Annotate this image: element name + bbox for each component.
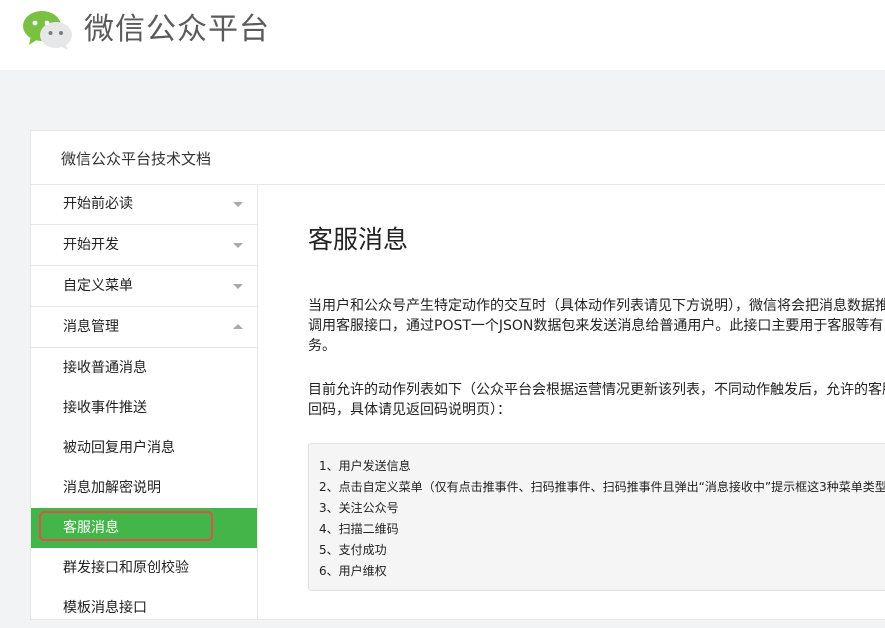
sidebar-subitem-customer-service[interactable]: 客服消息 [31, 508, 257, 548]
actions-intro-paragraph: 目前允许的动作列表如下（公众平台会根据运营情况更新该列表，不同动作触发后，允许的… [308, 380, 885, 420]
sidebar-item-start-dev[interactable]: 开始开发 [31, 225, 257, 266]
text-line: 目前允许的动作列表如下（公众平台会根据运营情况更新该列表，不同动作触发后，允许的… [308, 382, 885, 398]
chevron-up-icon [233, 324, 243, 329]
text-line: 当用户和公众号产生特定动作的交互时（具体动作列表请见下方说明），微信将会把消息数… [308, 298, 885, 314]
main-content: 客服消息 当用户和公众号产生特定动作的交互时（具体动作列表请见下方说明），微信将… [258, 184, 885, 619]
chevron-down-icon [233, 284, 243, 289]
sidebar-item-custom-menu[interactable]: 自定义菜单 [31, 266, 257, 307]
text-line: 调用客服接口，通过POST一个JSON数据包来发送消息给普通用户。此接口主要用于… [308, 318, 884, 334]
list-item: 2、点击自定义菜单（仅有点击推事件、扫码推事件、扫码推事件且弹出“消息接收中”提… [319, 480, 885, 494]
wechat-logo-icon[interactable] [22, 9, 76, 51]
list-item: 5、支付成功 [319, 543, 387, 557]
doc-header: 微信公众平台技术文档 [31, 131, 885, 185]
sidebar-subitem-mass-send[interactable]: 群发接口和原创校验 [31, 548, 257, 588]
sidebar-item-label: 自定义菜单 [63, 278, 133, 294]
sidebar-subitem-passive-reply[interactable]: 被动回复用户消息 [31, 428, 257, 468]
sidebar-subitem-receive-event[interactable]: 接收事件推送 [31, 388, 257, 428]
chevron-down-icon [233, 202, 243, 207]
sidebar-item-getting-started[interactable]: 开始前必读 [31, 184, 257, 225]
list-item: 3、关注公众号 [319, 501, 399, 515]
chevron-down-icon [233, 243, 243, 248]
page-title: 客服消息 [308, 225, 409, 254]
list-item: 1、用户发送信息 [319, 459, 411, 473]
sidebar-item-message-management[interactable]: 消息管理 [31, 307, 257, 348]
highlight-box [39, 511, 213, 541]
top-bar: 微信公众平台 [0, 0, 885, 70]
sidebar-item-label: 消息管理 [63, 319, 119, 335]
platform-title[interactable]: 微信公众平台 [84, 10, 270, 50]
sidebar-subitem-receive-normal[interactable]: 接收普通消息 [31, 348, 257, 388]
list-item: 6、用户维权 [319, 564, 387, 578]
doc-card: 微信公众平台技术文档 开始前必读 开始开发 自定义菜单 消息管理 接收普通消息 … [30, 130, 885, 620]
sidebar-subitem-template-message[interactable]: 模板消息接口 [31, 588, 257, 628]
action-list-box: 1、用户发送信息 2、点击自定义菜单（仅有点击推事件、扫码推事件、扫码推事件且弹… [308, 443, 885, 591]
doc-title[interactable]: 微信公众平台技术文档 [61, 148, 211, 169]
intro-paragraph: 当用户和公众号产生特定动作的交互时（具体动作列表请见下方说明），微信将会把消息数… [308, 296, 885, 356]
text-line: 务。 [308, 338, 336, 354]
sidebar: 开始前必读 开始开发 自定义菜单 消息管理 接收普通消息 接收事件推送 被动回复… [31, 184, 258, 619]
sidebar-item-label: 开始前必读 [63, 196, 133, 212]
sidebar-subitem-encryption[interactable]: 消息加解密说明 [31, 468, 257, 508]
text-line: 回码，具体请见返回码说明页）： [308, 402, 511, 418]
sidebar-item-label: 开始开发 [63, 237, 119, 253]
list-item: 4、扫描二维码 [319, 522, 399, 536]
